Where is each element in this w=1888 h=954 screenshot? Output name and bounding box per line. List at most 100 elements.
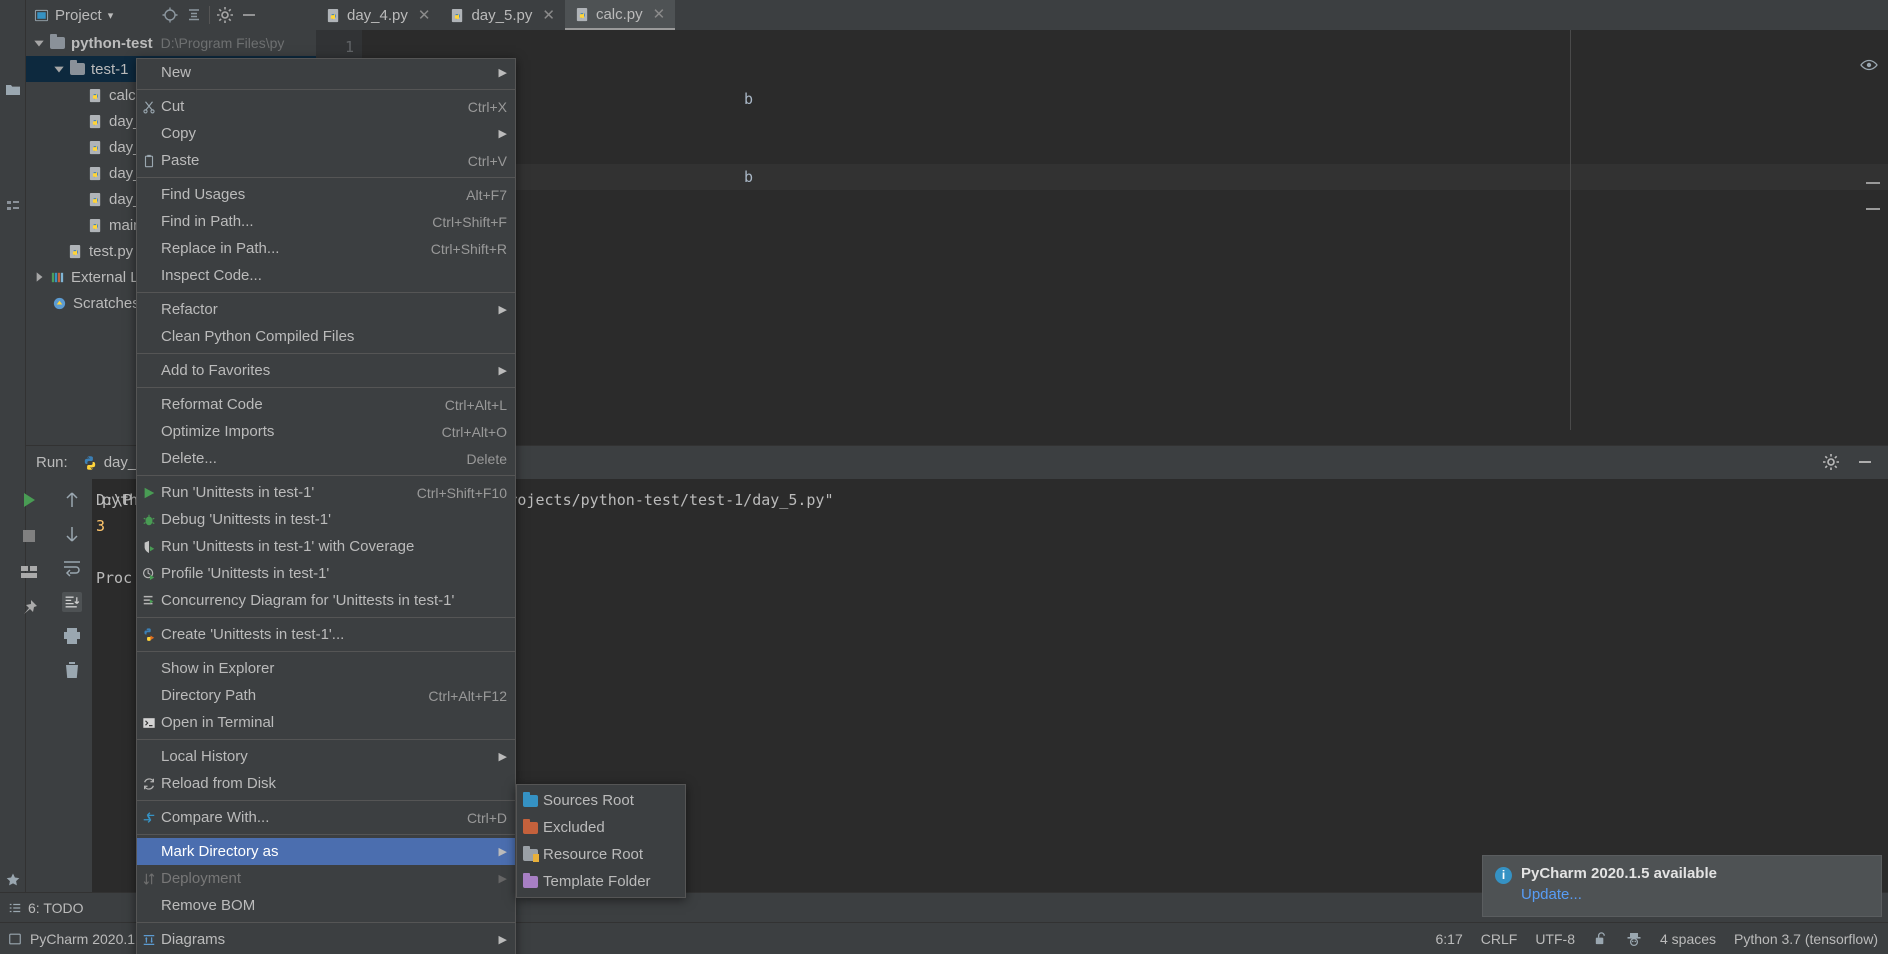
submenu-item-excluded[interactable]: Excluded — [517, 814, 685, 841]
pin-icon[interactable] — [19, 598, 39, 618]
tree-row-python-test[interactable]: python-test D:\Program Files\py — [26, 30, 316, 56]
tab-day-4-py[interactable]: day_4.py ✕ — [316, 0, 440, 30]
run-config-name: day_ — [103, 454, 137, 471]
menu-item-reformat-code[interactable]: Reformat Code Ctrl+Alt+L — [137, 391, 515, 418]
eye-icon[interactable] — [1860, 56, 1878, 74]
menu-item-shortcut: Alt+F7 — [466, 186, 507, 203]
trash-icon[interactable] — [62, 660, 82, 680]
menu-item-copy[interactable]: Copy ▶ — [137, 120, 515, 147]
mark-directory-as-submenu[interactable]: Sources Root Excluded Resource Root Temp… — [516, 784, 686, 898]
toolwindow-todo[interactable]: 6: TODO — [8, 900, 84, 916]
context-menu[interactable]: New ▶ Cut Ctrl+X Copy ▶ Paste Ctrl+V Fin… — [136, 58, 516, 954]
menu-item-find-usages[interactable]: Find Usages Alt+F7 — [137, 181, 515, 208]
menu-item-profile-unittests[interactable]: Profile 'Unittests in test-1' — [137, 560, 515, 587]
menu-item-run-with-coverage[interactable]: Run 'Unittests in test-1' with Coverage — [137, 533, 515, 560]
scissors-icon — [137, 100, 161, 114]
rerun-run-icon[interactable] — [19, 490, 39, 510]
down-arrow-icon[interactable] — [62, 524, 82, 544]
submenu-item-template-folder[interactable]: Template Folder — [517, 868, 685, 895]
menu-item-cut[interactable]: Cut Ctrl+X — [137, 93, 515, 120]
menu-item-refactor[interactable]: Refactor ▶ — [137, 296, 515, 323]
submenu-item-sources-root[interactable]: Sources Root — [517, 787, 685, 814]
reload-icon — [137, 777, 161, 791]
chevron-down-icon[interactable]: ▾ — [108, 9, 114, 22]
close-icon[interactable]: ✕ — [653, 5, 666, 23]
menu-item-inspect-code[interactable]: Inspect Code... — [137, 262, 515, 289]
notification-update-link[interactable]: Update... — [1521, 886, 1869, 903]
chevron-right-icon[interactable] — [32, 270, 46, 284]
line-separator[interactable]: CRLF — [1481, 931, 1518, 947]
hide-icon[interactable] — [240, 6, 258, 24]
notification-balloon[interactable]: i PyCharm 2020.1.5 available Update... — [1482, 855, 1882, 917]
menu-item-paste[interactable]: Paste Ctrl+V — [137, 147, 515, 174]
unlocked-icon[interactable] — [1593, 931, 1608, 946]
menu-item-label: Local History — [161, 748, 248, 765]
run-config-tab[interactable]: day_ — [82, 454, 137, 471]
code-editor[interactable]: 1 b b — [316, 30, 1888, 445]
menu-item-label: Deployment — [161, 870, 242, 887]
editor-tab-bar: day_4.py ✕ day_5.py ✕ calc.py ✕ — [316, 0, 1888, 30]
python-file-icon — [89, 114, 101, 128]
python-icon — [84, 455, 95, 470]
menu-item-local-history[interactable]: Local History ▶ — [137, 743, 515, 770]
menu-item-label: Find Usages — [161, 186, 246, 203]
soft-wrap-icon[interactable] — [62, 558, 82, 578]
menu-item-shortcut: Ctrl+Shift+F — [432, 213, 507, 230]
python-interpreter[interactable]: Python 3.7 (tensorflow) — [1734, 931, 1878, 947]
menu-item-clean-python-compiled-files[interactable]: Clean Python Compiled Files — [137, 323, 515, 350]
stop-icon[interactable] — [19, 526, 39, 546]
caret-position[interactable]: 6:17 — [1436, 931, 1463, 947]
menu-item-debug-unittests[interactable]: Debug 'Unittests in test-1' — [137, 506, 515, 533]
menu-item-optimize-imports[interactable]: Optimize Imports Ctrl+Alt+O — [137, 418, 515, 445]
file-encoding[interactable]: UTF-8 — [1535, 931, 1575, 947]
menu-item-label: Reload from Disk — [161, 775, 277, 792]
scroll-to-end-icon[interactable] — [62, 592, 82, 612]
print-icon[interactable] — [62, 626, 82, 646]
locate-icon[interactable] — [161, 6, 179, 24]
menu-item-replace-in-path[interactable]: Replace in Path... Ctrl+Shift+R — [137, 235, 515, 262]
tab-day-5-py[interactable]: day_5.py ✕ — [440, 0, 564, 30]
tab-label: day_4.py — [347, 6, 408, 24]
profile-icon — [137, 567, 161, 581]
menu-item-delete[interactable]: Delete... Delete — [137, 445, 515, 472]
menu-item-create-unittests-config[interactable]: Create 'Unittests in test-1'... — [137, 621, 515, 648]
python-file-icon — [452, 8, 463, 22]
menu-item-diagrams[interactable]: Diagrams ▶ — [137, 926, 515, 953]
close-icon[interactable]: ✕ — [418, 6, 431, 24]
layout-icon[interactable] — [19, 562, 39, 582]
menu-separator — [137, 292, 515, 293]
menu-item-directory-path[interactable]: Directory Path Ctrl+Alt+F12 — [137, 682, 515, 709]
hector-icon[interactable] — [1626, 931, 1642, 947]
editor-code-area[interactable]: b b — [370, 30, 1888, 445]
chevron-right-icon: ▶ — [498, 934, 507, 946]
gear-icon[interactable] — [216, 6, 234, 24]
menu-item-run-unittests[interactable]: Run 'Unittests in test-1' Ctrl+Shift+F10 — [137, 479, 515, 506]
up-arrow-icon[interactable] — [62, 490, 82, 510]
chevron-down-icon[interactable] — [52, 62, 66, 76]
close-icon[interactable]: ✕ — [542, 6, 555, 24]
menu-item-show-in-explorer[interactable]: Show in Explorer — [137, 655, 515, 682]
menu-item-open-in-terminal[interactable]: Open in Terminal — [137, 709, 515, 736]
indent-setting[interactable]: 4 spaces — [1660, 931, 1716, 947]
menu-item-mark-directory-as[interactable]: Mark Directory as ▶ — [137, 838, 515, 865]
menu-item-reload-from-disk[interactable]: Reload from Disk — [137, 770, 515, 797]
hide-icon[interactable] — [1856, 453, 1874, 471]
python-file-icon — [89, 88, 101, 102]
chevron-down-icon[interactable] — [32, 36, 46, 50]
menu-separator — [137, 89, 515, 90]
menu-item-shortcut: Delete — [466, 450, 507, 467]
tab-calc-py[interactable]: calc.py ✕ — [564, 0, 676, 30]
menu-item-remove-bom[interactable]: Remove BOM — [137, 892, 515, 919]
python-file-icon — [89, 166, 101, 180]
menu-item-new[interactable]: New ▶ — [137, 59, 515, 86]
menu-item-compare-with[interactable]: Compare With... Ctrl+D — [137, 804, 515, 831]
collapse-all-icon[interactable] — [185, 6, 203, 24]
menu-item-concurrency-diagram[interactable]: Concurrency Diagram for 'Unittests in te… — [137, 587, 515, 614]
toolwindow-todo-label: 6: TODO — [28, 899, 84, 916]
submenu-item-resource-root[interactable]: Resource Root — [517, 841, 685, 868]
menu-item-shortcut: Ctrl+D — [466, 809, 507, 826]
menu-item-find-in-path[interactable]: Find in Path... Ctrl+Shift+F — [137, 208, 515, 235]
gear-icon[interactable] — [1822, 453, 1840, 471]
menu-item-add-to-favorites[interactable]: Add to Favorites ▶ — [137, 357, 515, 384]
